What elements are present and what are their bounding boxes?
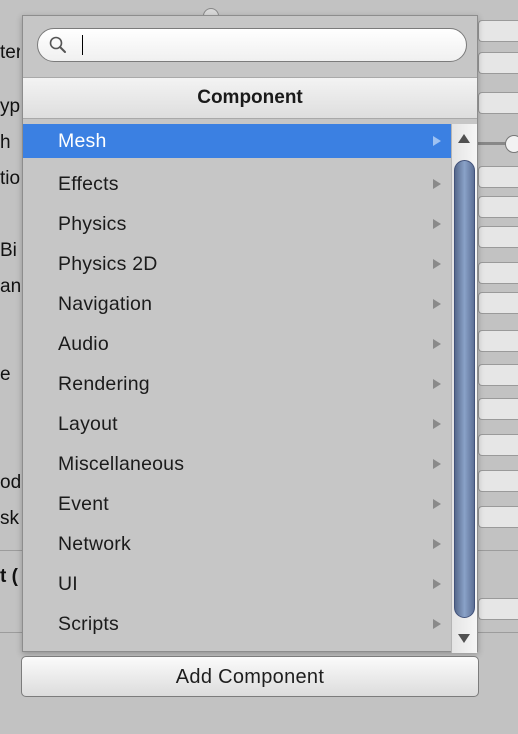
menu-item-label: Physics xyxy=(58,213,127,235)
scroll-down-arrow-icon[interactable] xyxy=(458,634,470,643)
inspector-field[interactable] xyxy=(478,330,518,352)
component-list: Mesh Effects Physics Physics 2D Navigation Au… xyxy=(23,124,451,644)
inspector-field[interactable] xyxy=(478,506,518,528)
inspector-label: tio xyxy=(0,168,20,189)
search-box[interactable] xyxy=(37,28,467,62)
inspector-field[interactable] xyxy=(478,166,518,188)
submenu-arrow-icon xyxy=(433,219,441,229)
menu-item-network[interactable]: Network xyxy=(23,524,451,564)
submenu-arrow-icon xyxy=(433,379,441,389)
inspector-label: od xyxy=(0,472,20,493)
inspector-label: ype xyxy=(0,96,20,117)
inspector-field[interactable] xyxy=(478,292,518,314)
inspector-field[interactable] xyxy=(478,434,518,456)
text-caret xyxy=(82,35,83,55)
inspector-field[interactable] xyxy=(478,52,518,74)
inspector-field[interactable] xyxy=(478,470,518,492)
inspector-label: e xyxy=(0,364,11,385)
submenu-arrow-icon xyxy=(433,299,441,309)
inspector-field[interactable] xyxy=(478,92,518,114)
menu-item-label: UI xyxy=(58,573,78,595)
submenu-arrow-icon xyxy=(433,579,441,589)
add-component-popup: Component Mesh Effects Physics Physics 2D Na… xyxy=(22,15,478,653)
menu-item-label: Effects xyxy=(58,173,119,195)
menu-item-label: Scripts xyxy=(58,613,119,635)
scroll-up-arrow-icon[interactable] xyxy=(458,134,470,143)
menu-item-miscellaneous[interactable]: Miscellaneous xyxy=(23,444,451,484)
slider-knob[interactable] xyxy=(505,135,518,153)
menu-item-physics[interactable]: Physics xyxy=(23,204,451,244)
scroll-thumb[interactable] xyxy=(454,160,475,618)
inspector-field[interactable] xyxy=(478,364,518,386)
submenu-arrow-icon xyxy=(433,136,441,146)
submenu-arrow-icon xyxy=(433,539,441,549)
add-component-button[interactable]: Add Component xyxy=(21,656,479,697)
menu-item-label: Network xyxy=(58,533,131,555)
menu-item-label: Event xyxy=(58,493,109,515)
menu-item-effects[interactable]: Effects xyxy=(23,164,451,204)
inspector-label: sk xyxy=(0,508,19,529)
scrollbar[interactable] xyxy=(451,124,477,653)
menu-item-ui[interactable]: UI xyxy=(23,564,451,604)
submenu-arrow-icon xyxy=(433,619,441,629)
menu-item-label: Audio xyxy=(58,333,109,355)
inspector-field[interactable] xyxy=(478,262,518,284)
search-input[interactable] xyxy=(78,33,448,57)
menu-item-label: Mesh xyxy=(58,130,107,152)
menu-item-layout[interactable]: Layout xyxy=(23,404,451,444)
inspector-field[interactable] xyxy=(478,20,518,42)
menu-item-scripts[interactable]: Scripts xyxy=(23,604,451,644)
inspector-field[interactable] xyxy=(478,598,518,620)
inspector-label: an xyxy=(0,276,20,297)
inspector-label: Bi xyxy=(0,240,17,261)
inspector-field[interactable] xyxy=(478,226,518,248)
inspector-field[interactable] xyxy=(478,398,518,420)
menu-item-rendering[interactable]: Rendering xyxy=(23,364,451,404)
menu-item-physics-2d[interactable]: Physics 2D xyxy=(23,244,451,284)
submenu-arrow-icon xyxy=(433,419,441,429)
menu-item-label: Layout xyxy=(58,413,118,435)
popup-header: Component xyxy=(23,77,477,119)
menu-item-audio[interactable]: Audio xyxy=(23,324,451,364)
search-icon xyxy=(49,36,66,53)
inspector-label: h xyxy=(0,132,11,153)
inspector-field[interactable] xyxy=(478,196,518,218)
menu-item-label: Physics 2D xyxy=(58,253,158,275)
submenu-arrow-icon xyxy=(433,459,441,469)
inspector-label: ter xyxy=(0,42,20,63)
inspector-label: t ( xyxy=(0,566,18,587)
submenu-arrow-icon xyxy=(433,179,441,189)
menu-item-label: Miscellaneous xyxy=(58,453,185,475)
submenu-arrow-icon xyxy=(433,339,441,349)
menu-item-label: Rendering xyxy=(58,373,150,395)
submenu-arrow-icon xyxy=(433,259,441,269)
menu-item-mesh[interactable]: Mesh xyxy=(23,124,451,158)
submenu-arrow-icon xyxy=(433,499,441,509)
menu-item-label: Navigation xyxy=(58,293,153,315)
menu-item-navigation[interactable]: Navigation xyxy=(23,284,451,324)
menu-item-event[interactable]: Event xyxy=(23,484,451,524)
